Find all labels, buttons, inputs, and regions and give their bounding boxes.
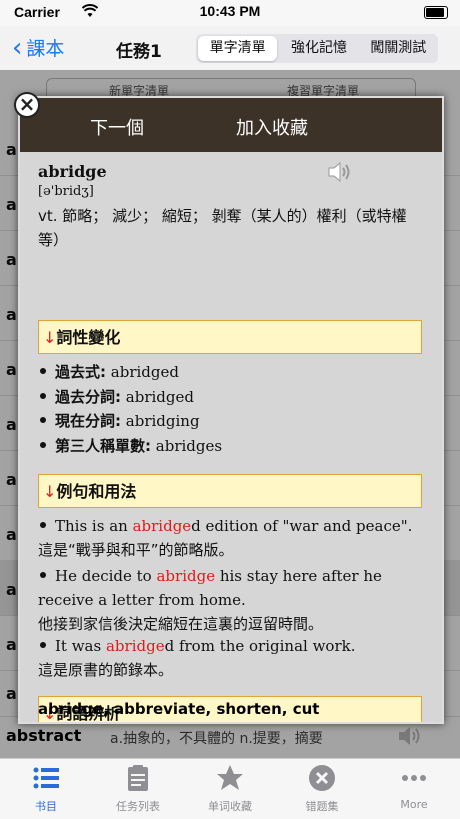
- battery-icon: [424, 6, 448, 19]
- forms-list: 過去式: abridged 過去分詞: abridged 現在分詞: abrid…: [38, 360, 428, 458]
- navigation-bar: ‹ 課本 任務1 單字清單 強化記憶 闖關測試: [0, 26, 460, 71]
- list-icon: [33, 767, 59, 789]
- tab-favorites[interactable]: 单词收藏: [184, 763, 276, 814]
- add-favorite-button[interactable]: 加入收藏: [236, 114, 308, 140]
- section-forms: ↓詞性變化: [38, 320, 422, 354]
- back-label: 課本: [26, 38, 65, 60]
- clock: 10:43 PM: [199, 3, 261, 19]
- section-examples: ↓例句和用法: [38, 474, 422, 508]
- phonetic: [ə'bridʒ]: [38, 184, 94, 199]
- tab-tasks[interactable]: 任务列表: [92, 763, 184, 814]
- next-button[interactable]: 下一個: [90, 114, 144, 140]
- tab-more[interactable]: More: [368, 763, 460, 811]
- tab-mistakes[interactable]: 错题集: [276, 763, 368, 814]
- example-item: It was abridged from the original work. …: [38, 637, 356, 679]
- clipboard-icon: [128, 765, 148, 791]
- back-button[interactable]: ‹ 課本: [12, 34, 64, 61]
- example-item: This is an abridged edition of "war and …: [38, 517, 413, 559]
- status-bar: Carrier 10:43 PM: [0, 0, 460, 24]
- close-icon[interactable]: ×: [14, 92, 40, 118]
- error-x-icon: [309, 765, 335, 791]
- chevron-left-icon: ‹: [12, 32, 23, 63]
- list-item: 過去式: abridged: [38, 360, 428, 385]
- list-item: 過去分詞: abridged: [38, 385, 428, 410]
- list-item: 現在分詞: abridging: [38, 409, 428, 434]
- star-icon: [217, 765, 243, 790]
- segment-memory[interactable]: 強化記憶: [279, 34, 358, 63]
- example-item: He decide to abridge his stay here after…: [38, 567, 382, 633]
- page-title: 任務1: [116, 42, 162, 62]
- arrow-down-icon: ↓: [43, 482, 57, 501]
- synonyms-text: abridge, abbreviate, shorten, cut: [38, 700, 320, 718]
- segmented-control: 單字清單 強化記憶 闖關測試: [196, 34, 438, 63]
- popup-header: 下一個 加入收藏: [20, 98, 442, 152]
- definition: vt. 節略； 減少； 縮短； 剝奪（某人的）權利（或特權等）: [38, 207, 407, 249]
- headword: abridge: [38, 162, 107, 181]
- segment-word-list[interactable]: 單字清單: [198, 36, 278, 61]
- tab-books[interactable]: 书目: [0, 763, 92, 814]
- arrow-down-icon: ↓: [43, 328, 57, 347]
- segment-quiz[interactable]: 闖關測試: [359, 34, 438, 63]
- more-dots-icon: [402, 775, 426, 781]
- tab-bar: 书目 任务列表 单词收藏 错题集 More: [0, 758, 460, 819]
- word-detail-popup: 下一個 加入收藏 abridge [ə'bridʒ] vt. 節略； 減少； 縮…: [18, 96, 444, 724]
- popup-content: abridge [ə'bridʒ] vt. 節略； 減少； 縮短； 剝奪（某人的…: [20, 152, 442, 722]
- speaker-icon[interactable]: [326, 160, 354, 184]
- list-item: 第三人稱單數: abridges: [38, 434, 428, 459]
